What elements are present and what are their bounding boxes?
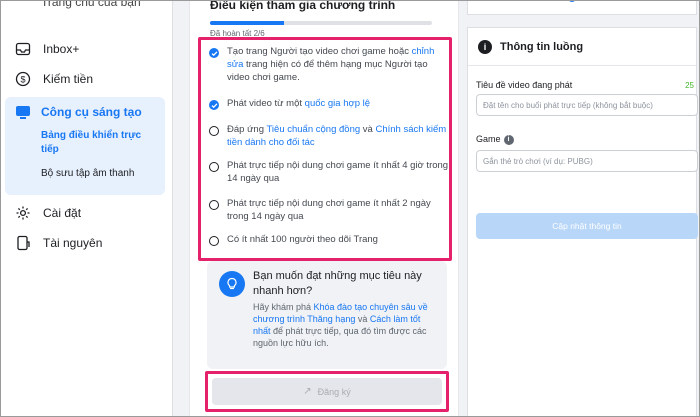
video-title-label: Tiêu đề video đang phát	[476, 80, 573, 90]
video-title-input[interactable]: Đặt tên cho buổi phát trực tiếp (không b…	[476, 94, 698, 116]
empty-circle-icon	[209, 200, 219, 210]
app-window: Trang chủ của bạn Inbox+ $ Kiếm tiền Côn…	[0, 0, 700, 417]
register-highlight: ↗ Đăng ký	[205, 371, 449, 412]
requirement-item: Phát trực tiếp nội dung chơi game ít nhấ…	[209, 197, 449, 223]
requirement-link[interactable]: quốc gia hợp lệ	[305, 98, 370, 109]
sidebar-item-label: Kiếm tiền	[43, 72, 94, 86]
arrow-up-right-icon: ↗	[303, 386, 312, 397]
sidebar-item-monetization[interactable]: $ Kiếm tiền	[13, 69, 93, 89]
inbox-icon	[13, 39, 33, 59]
requirement-text-part: Phát trực tiếp nội dung chơi game ít nhấ…	[227, 160, 449, 184]
dollar-icon: $	[13, 69, 33, 89]
sidebar-subitem-live-dashboard[interactable]: Bảng điều khiển trực tiếp	[41, 129, 151, 157]
requirement-text-part: Phát trực tiếp nội dung chơi game ít nhấ…	[227, 198, 431, 222]
tip-text-part: Hãy khám phá	[253, 302, 314, 312]
sidebar-item-inbox[interactable]: Inbox+	[13, 39, 79, 59]
progress-fill	[210, 21, 284, 25]
requirement-text-part: Tạo trang Người tạo video chơi game hoặc	[227, 46, 412, 57]
empty-circle-icon	[209, 162, 219, 172]
game-input[interactable]: Gắn thẻ trò chơi (ví dụ: PUBG)	[476, 150, 698, 172]
tip-text-part: và	[355, 314, 370, 324]
top-card	[467, 1, 697, 15]
requirement-item: Có ít nhất 100 người theo dõi Trang	[209, 233, 449, 246]
empty-circle-icon	[209, 126, 219, 136]
sidebar-subitem-sound-collection[interactable]: Bộ sưu tập âm thanh	[41, 167, 151, 181]
info-icon: i	[478, 39, 492, 54]
requirement-item: Phát video từ một quốc gia hợp lệ	[209, 97, 449, 110]
requirement-link[interactable]: Tiêu chuẩn cộng đồng	[266, 124, 360, 135]
check-circle-icon	[209, 48, 219, 58]
stream-info-card: i Thông tin luồng Tiêu đề video đang phá…	[467, 27, 698, 416]
requirement-text-part: Phát video từ một	[227, 98, 305, 109]
sidebar-item-settings[interactable]: Cài đặt	[13, 203, 81, 223]
video-title-count: 25	[685, 81, 694, 90]
requirement-item: Đáp ứng Tiêu chuẩn cộng đồng và Chính sá…	[209, 123, 449, 149]
stream-info-header[interactable]: i Thông tin luồng	[468, 28, 696, 66]
lightbulb-icon	[219, 271, 245, 297]
info-icon[interactable]: i	[503, 134, 514, 145]
sidebar: Trang chủ của bạn Inbox+ $ Kiếm tiền Côn…	[1, 1, 173, 416]
tip-text-part: để phát trực tiếp, qua đó tìm được các n…	[253, 326, 427, 348]
register-label: Đăng ký	[317, 386, 351, 397]
sidebar-item-label: Cài đặt	[43, 206, 82, 220]
requirement-text-part: Đáp ứng	[227, 124, 267, 135]
svg-text:$: $	[20, 75, 25, 85]
eligibility-title: Điều kiện tham gia chương trình	[210, 0, 396, 12]
requirement-text: Phát trực tiếp nội dung chơi game ít nhấ…	[227, 159, 449, 185]
requirement-text: Phát video từ một quốc gia hợp lệ	[227, 97, 370, 110]
requirement-text: Phát trực tiếp nội dung chơi game ít nhấ…	[227, 197, 449, 223]
requirement-item: Phát trực tiếp nội dung chơi game ít nhấ…	[209, 159, 449, 185]
requirement-text: Đáp ứng Tiêu chuẩn cộng đồng và Chính sá…	[227, 123, 449, 149]
sidebar-cut-item[interactable]: Trang chủ của bạn	[41, 1, 141, 9]
requirement-text-part: và	[360, 124, 376, 135]
tip-body: Hãy khám phá Khóa đào tạo chuyên sâu về …	[253, 301, 439, 349]
creator-tools-icon	[13, 102, 33, 122]
register-button[interactable]: ↗ Đăng ký	[212, 378, 442, 405]
requirement-text: Tạo trang Người tạo video chơi game hoặc…	[227, 45, 449, 84]
requirement-text-part: Có ít nhất 100 người theo dõi Trang	[227, 234, 378, 245]
top-indicator	[568, 1, 576, 2]
tip-title: Bạn muốn đạt những mục tiêu này nhanh hơ…	[253, 270, 422, 297]
update-info-button[interactable]: Cập nhật thông tin	[476, 213, 698, 239]
resources-icon	[13, 233, 33, 253]
sidebar-item-label: Tài nguyên	[43, 236, 103, 250]
game-label: Game	[476, 134, 501, 144]
sidebar-item-creator-tools[interactable]: Công cụ sáng tạo	[41, 105, 142, 119]
tip-card: Bạn muốn đạt những mục tiêu này nhanh hơ…	[207, 261, 447, 369]
requirement-text: Có ít nhất 100 người theo dõi Trang	[227, 233, 378, 246]
check-circle-icon	[209, 100, 219, 110]
requirement-item: Tạo trang Người tạo video chơi game hoặc…	[209, 45, 449, 84]
stream-info-title: Thông tin luồng	[500, 40, 584, 53]
empty-circle-icon	[209, 236, 219, 246]
sidebar-item-resources[interactable]: Tài nguyên	[13, 233, 102, 253]
sidebar-item-label: Inbox+	[43, 42, 80, 56]
gear-icon	[13, 203, 33, 223]
requirement-text-part: trang hiện có để thêm hạng mục Người tạo…	[227, 59, 428, 83]
stream-info-panel: i Thông tin luồng Tiêu đề video đang phá…	[467, 1, 699, 416]
progress-bar	[210, 21, 432, 25]
game-label-row: Game i	[476, 134, 514, 145]
